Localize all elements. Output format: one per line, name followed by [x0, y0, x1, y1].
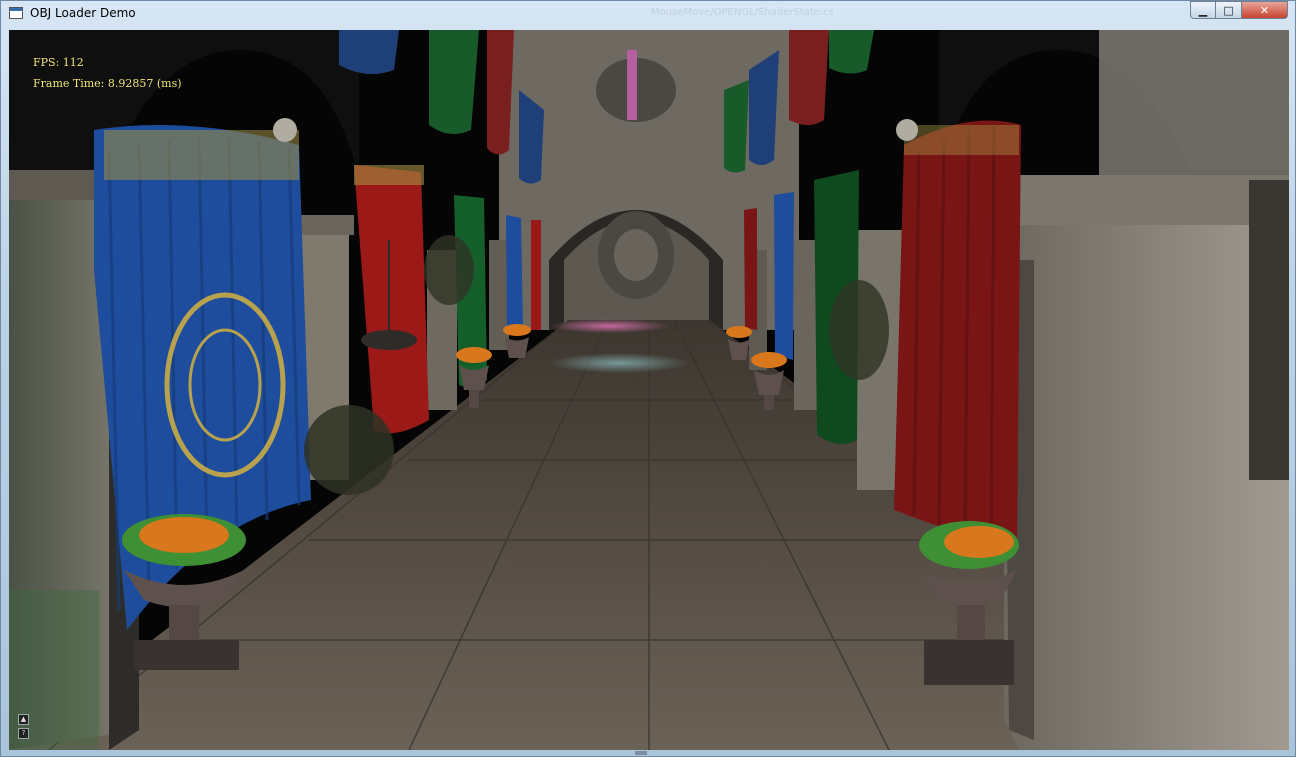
minimize-button[interactable]: ▁ — [1190, 1, 1216, 19]
maximize-button[interactable]: □ — [1216, 1, 1242, 19]
close-button[interactable]: ✕ — [1242, 1, 1288, 19]
frame-time-readout: Frame Time: 8.92857 (ms) — [33, 77, 182, 90]
title-bar[interactable]: OBJ Loader Demo MouseMove/OPENGL/ShaderS… — [1, 1, 1295, 29]
render-viewport[interactable]: FPS: 112 Frame Time: 8.92857 (ms) ▲ ? — [9, 30, 1289, 750]
resize-grip[interactable] — [635, 751, 647, 755]
flower-urn-left-near — [122, 514, 246, 670]
background-window-title: MouseMove/OPENGL/ShaderState.cs — [651, 7, 834, 18]
help-icon[interactable]: ? — [18, 728, 29, 739]
app-window: OBJ Loader Demo MouseMove/OPENGL/ShaderS… — [0, 0, 1296, 757]
fps-counter: FPS: 112 — [33, 56, 84, 69]
app-window-icon[interactable] — [9, 7, 23, 19]
window-title: OBJ Loader Demo — [30, 6, 136, 20]
sponza-scene — [9, 30, 1289, 750]
arrow-up-icon[interactable]: ▲ — [18, 714, 29, 725]
right-pillar — [1004, 200, 1289, 750]
